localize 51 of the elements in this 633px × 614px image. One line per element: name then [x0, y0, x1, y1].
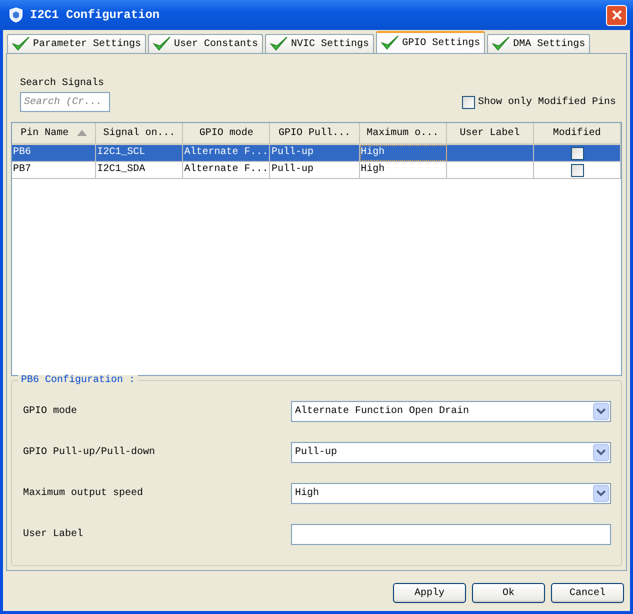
dialog-button[interactable]: Ok	[472, 583, 545, 603]
table-cell: Alternate F...	[183, 145, 270, 161]
column-header[interactable]: Signal on...	[96, 123, 184, 145]
tab[interactable]: Parameter Settings	[7, 34, 146, 53]
table-cell: I2C1_SDA	[96, 162, 184, 178]
table-cell: PB7	[12, 162, 96, 178]
dialog-button[interactable]: Cancel	[551, 583, 624, 603]
column-header[interactable]: GPIO mode	[183, 123, 270, 145]
column-header[interactable]: Maximum o...	[360, 123, 447, 145]
close-icon	[610, 9, 622, 21]
checkmark-icon	[381, 35, 400, 51]
column-header[interactable]: User Label	[446, 123, 534, 145]
table-cell: Alternate F...	[183, 162, 270, 178]
column-header[interactable]: GPIO Pull...	[270, 123, 360, 145]
field-label: Maximum output speed	[23, 488, 144, 499]
sort-arrow-icon	[76, 130, 87, 136]
search-label: Search Signals	[20, 78, 106, 89]
close-button[interactable]	[606, 4, 627, 26]
checkbox[interactable]	[570, 164, 584, 176]
dropdown[interactable]: Alternate Function Open Drain	[291, 401, 611, 422]
group-title: PB6 Configuration :	[18, 375, 138, 386]
column-header[interactable]: Modified	[534, 123, 621, 145]
tab[interactable]: NVIC Settings	[265, 34, 374, 53]
checkmark-icon	[12, 36, 30, 52]
table-cell: High	[360, 162, 447, 178]
shield-icon	[8, 7, 24, 23]
dropdown[interactable]: Pull-up	[291, 442, 611, 463]
checkbox-label: Show only Modified Pins	[478, 97, 616, 108]
tab[interactable]: DMA Settings	[487, 34, 590, 53]
checkmark-icon	[153, 36, 172, 52]
table-cell: PB6	[12, 145, 96, 161]
checkmark-icon	[492, 36, 510, 52]
text-field[interactable]	[291, 524, 611, 545]
field-label: GPIO Pull-up/Pull-down	[23, 447, 156, 458]
checkmark-icon	[270, 36, 288, 52]
checkbox[interactable]	[570, 146, 584, 160]
table-cell: Pull-up	[270, 162, 360, 178]
column-header[interactable]: Pin Name	[12, 123, 96, 145]
table-cell: High	[360, 145, 447, 161]
dropdown[interactable]: High	[291, 483, 611, 504]
dialog-button[interactable]: Apply	[393, 583, 466, 603]
table-cell: I2C1_SCL	[96, 145, 184, 161]
field-label: GPIO mode	[23, 406, 78, 417]
table-row[interactable]: PB6 I2C1_SCL Alternate F... Pull-up High	[12, 145, 621, 162]
window-title: I2C1 Configuration	[30, 8, 161, 22]
field-label: User Label	[23, 529, 84, 540]
tab[interactable]: User Constants	[148, 34, 264, 53]
table-row[interactable]: PB7 I2C1_SDA Alternate F... Pull-up High	[12, 162, 621, 179]
search-field[interactable]: Search (Cr...	[20, 92, 110, 112]
checkbox[interactable]	[462, 96, 475, 109]
tab[interactable]: GPIO Settings	[376, 31, 486, 53]
